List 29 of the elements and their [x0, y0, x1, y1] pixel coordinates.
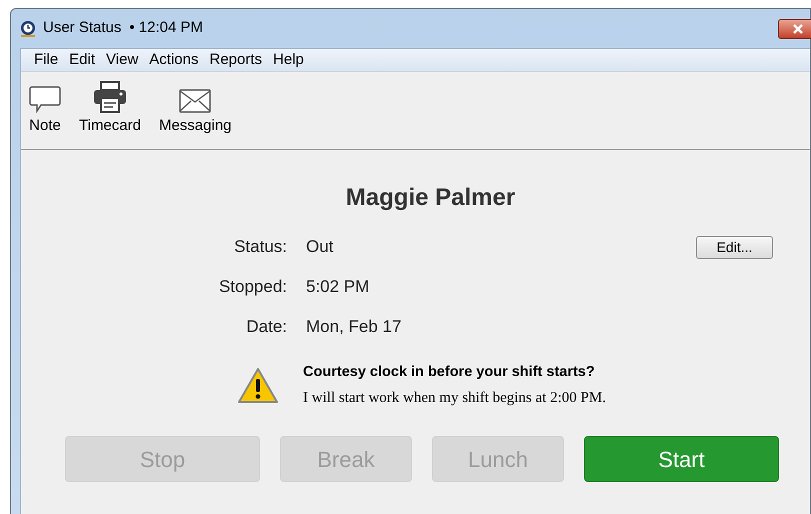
window-time: • 12:04 PM: [129, 18, 203, 38]
edit-button[interactable]: Edit...: [696, 236, 773, 258]
toolbar-button[interactable]: Note: [29, 84, 61, 137]
window-title: User Status: [43, 18, 122, 38]
printer-icon: [92, 80, 127, 112]
user-name: Maggie Palmer: [346, 183, 516, 213]
menu-item[interactable]: Reports: [204, 48, 268, 72]
field-label: Date:: [245, 316, 287, 338]
warning-icon: [237, 366, 280, 405]
envelope-icon: [179, 88, 212, 112]
field-value: Out: [306, 236, 334, 258]
menu-item[interactable]: File: [29, 48, 64, 72]
toolbar-button[interactable]: Timecard: [79, 80, 141, 137]
menu-item[interactable]: View: [101, 48, 144, 72]
menu-item[interactable]: Actions: [144, 48, 204, 72]
field-value: 5:02 PM: [306, 276, 370, 298]
field-value: Mon, Feb 17: [306, 316, 402, 338]
action-button[interactable]: Start: [584, 436, 779, 482]
field-label: Status:: [233, 236, 287, 258]
close-icon: [792, 24, 804, 34]
close-button[interactable]: [778, 18, 811, 38]
menu-item[interactable]: Edit: [64, 48, 100, 72]
toolbar-button[interactable]: Messaging: [158, 88, 232, 137]
clock-icon: [19, 20, 37, 38]
menu-item[interactable]: Help: [268, 48, 309, 72]
speech-bubble-icon: [29, 84, 61, 112]
field-label: Stopped:: [218, 276, 287, 298]
warning-title: Courtesy clock in before your shift starts?: [303, 363, 596, 382]
warning-text: I will start work when my shift begins at 2:00 PM.: [303, 388, 606, 408]
